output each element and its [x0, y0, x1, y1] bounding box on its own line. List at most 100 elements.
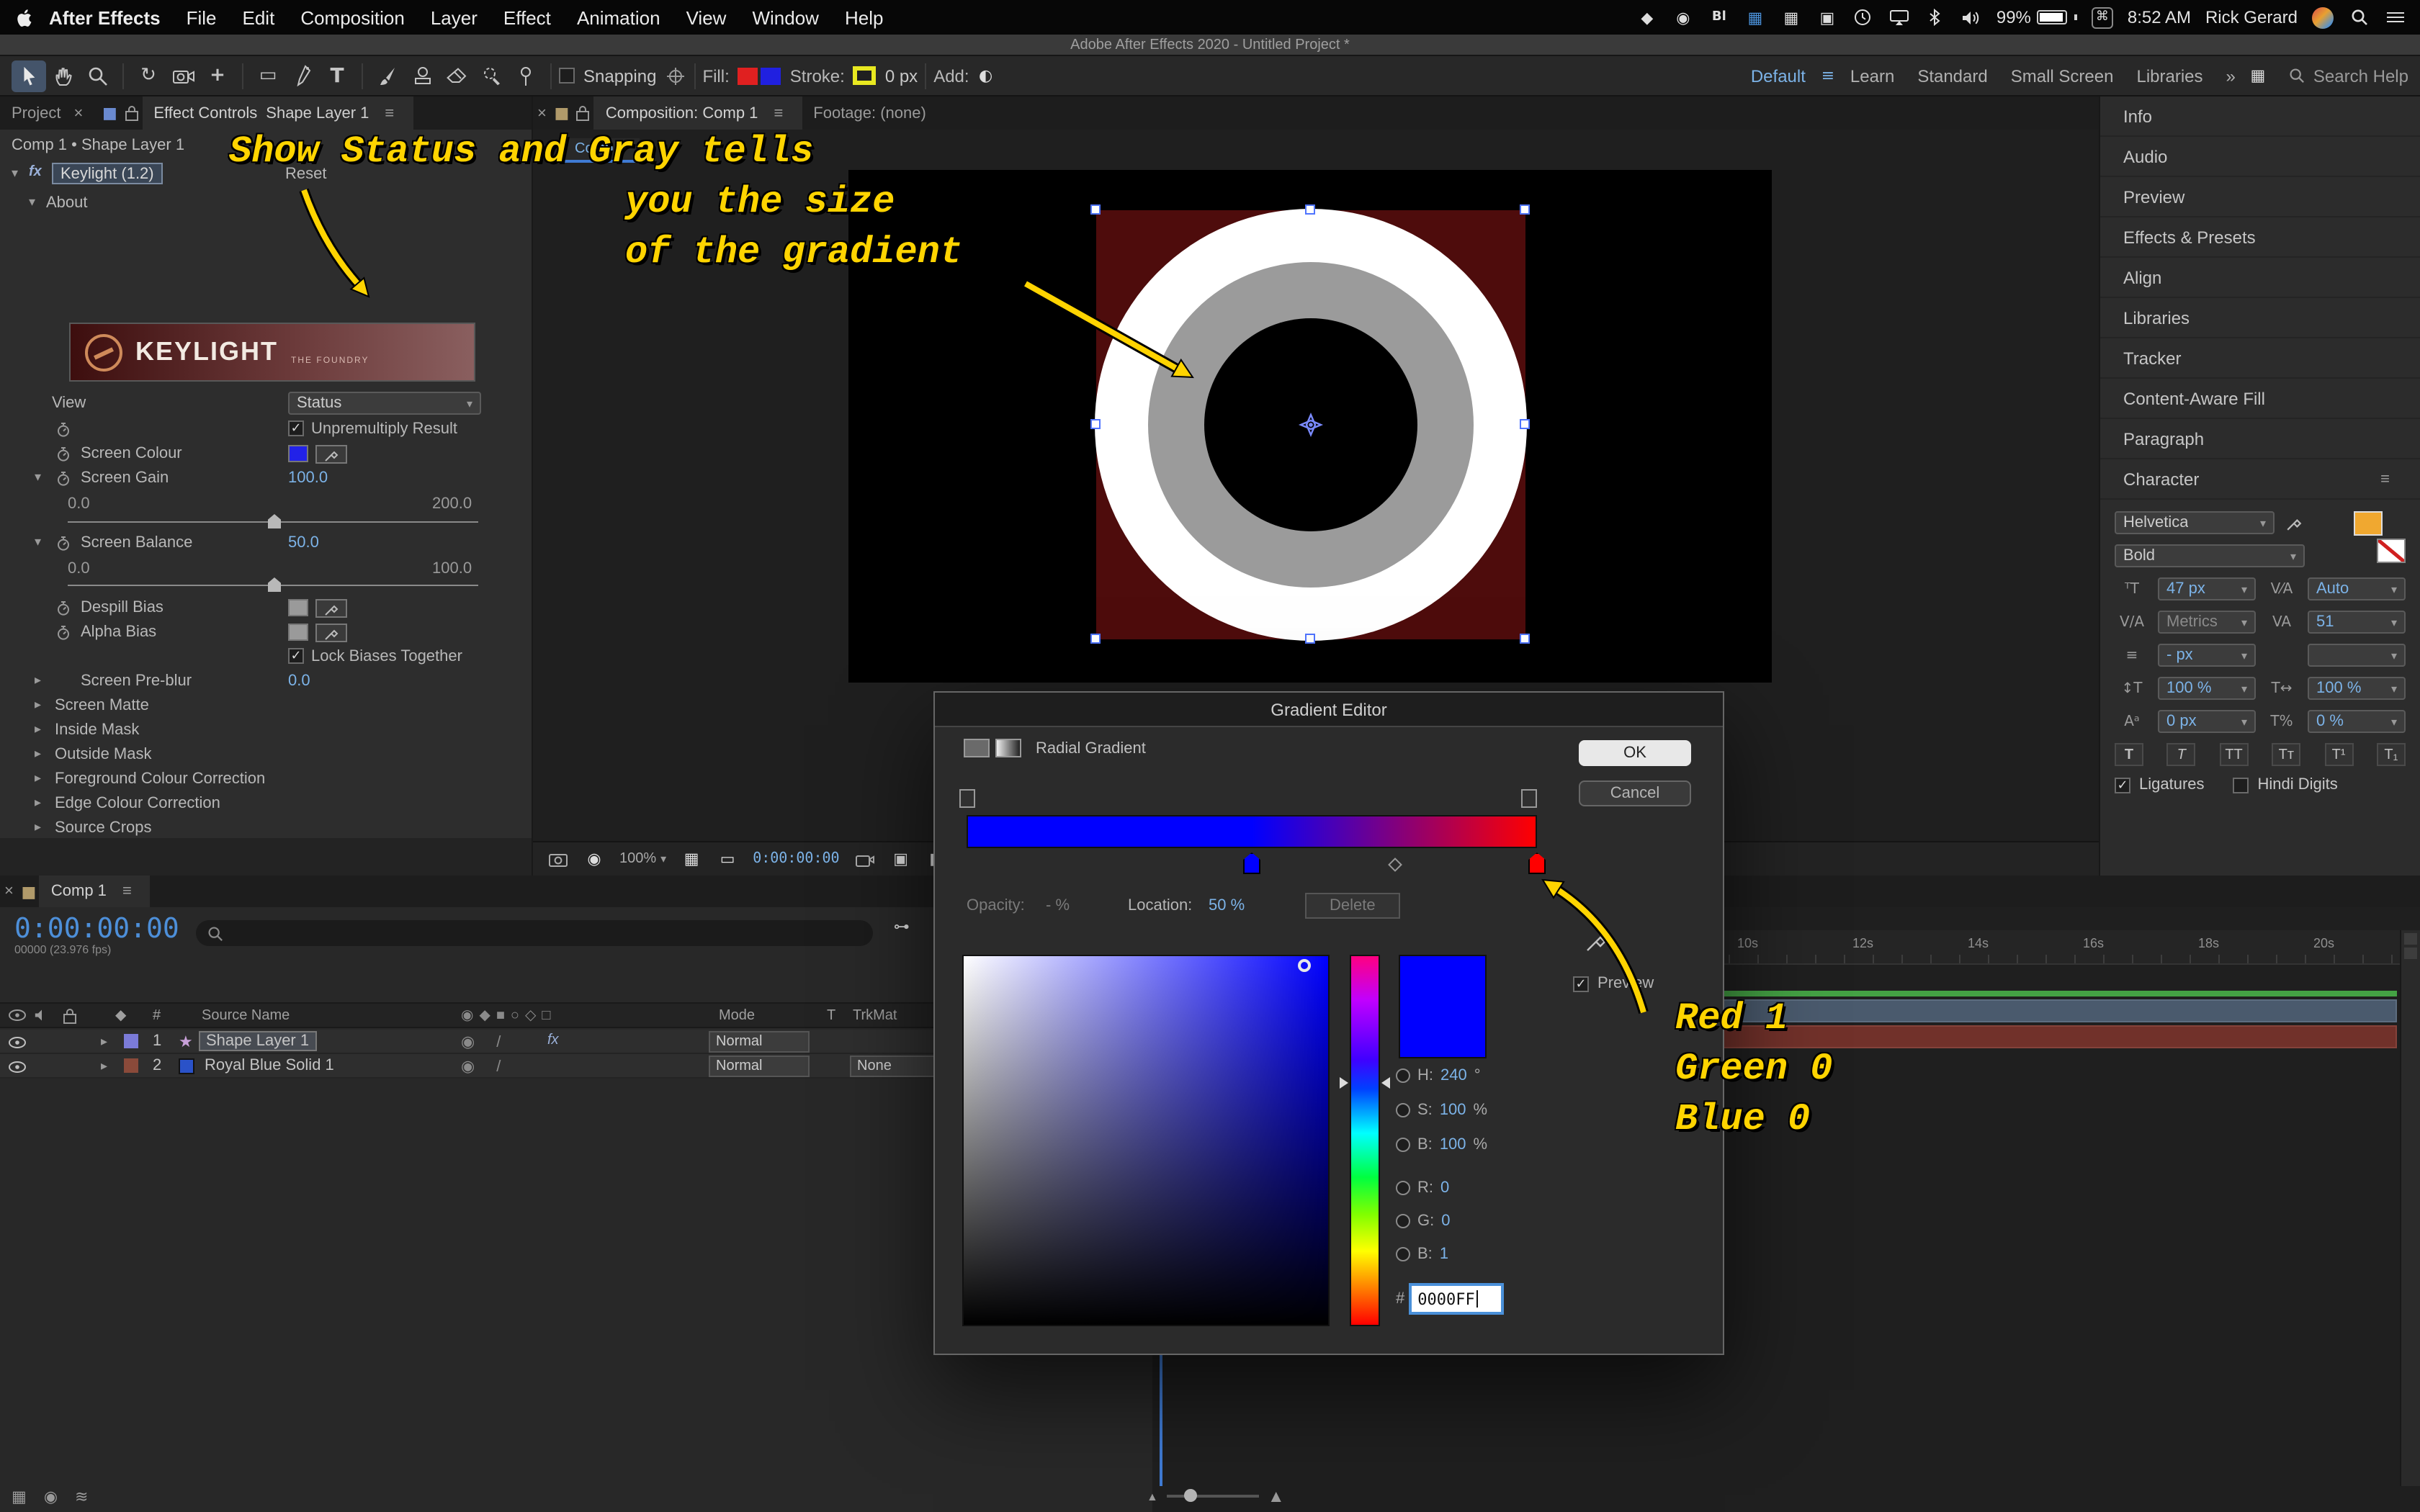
- twirl-closed-icon[interactable]: [101, 1034, 107, 1050]
- close-icon[interactable]: ×: [70, 104, 88, 122]
- workspace-menu-icon[interactable]: ≡: [1817, 65, 1839, 86]
- alpha-eyedropper-icon[interactable]: [315, 624, 347, 642]
- small-caps-button[interactable]: Tᴛ: [2272, 743, 2300, 766]
- twirl-closed-icon[interactable]: [35, 770, 41, 786]
- battery-indicator[interactable]: 99%: [1996, 7, 2077, 27]
- screen-colour-swatch[interactable]: [288, 445, 308, 462]
- workspace-tab-learn[interactable]: Learn: [1839, 66, 1906, 86]
- zoom-tool-icon[interactable]: [81, 60, 115, 91]
- screen-preblur-value[interactable]: 0.0: [288, 672, 310, 690]
- dropbox-icon[interactable]: ◆: [1636, 6, 1658, 28]
- panel-menu-icon[interactable]: ≡: [377, 104, 401, 122]
- panel-item-tracker[interactable]: Tracker: [2100, 338, 2420, 379]
- backblaze-icon[interactable]: Bl: [1708, 6, 1730, 28]
- red-value[interactable]: 0: [1440, 1179, 1449, 1197]
- alpha-bias-swatch[interactable]: [288, 624, 308, 641]
- snap-options-icon[interactable]: [665, 65, 686, 86]
- edge-colour-correction-row[interactable]: Edge Colour Correction: [0, 792, 532, 816]
- stroke-width-value[interactable]: 0 px: [885, 66, 918, 86]
- tracking-dropdown[interactable]: 51: [2308, 611, 2406, 634]
- twirl-closed-icon[interactable]: [35, 672, 41, 688]
- effect-name[interactable]: Keylight (1.2): [52, 163, 163, 184]
- source-crops-row[interactable]: Source Crops: [0, 816, 532, 841]
- twirl-open-icon[interactable]: [35, 469, 41, 485]
- ligatures-checkbox[interactable]: [2115, 777, 2130, 793]
- menu-animation[interactable]: Animation: [564, 6, 673, 28]
- scroll-button[interactable]: [2404, 948, 2417, 959]
- blend-mode-dropdown[interactable]: Normal: [709, 1031, 810, 1053]
- magnification-dropdown[interactable]: 100%▾: [619, 851, 666, 867]
- menu-effect[interactable]: Effect: [490, 6, 564, 28]
- menu-file[interactable]: File: [174, 6, 230, 28]
- metrics-dropdown[interactable]: Metrics: [2158, 611, 2256, 634]
- composition-viewer[interactable]: [848, 170, 1772, 683]
- selection-handle[interactable]: [1305, 634, 1315, 644]
- opacity-value[interactable]: - %: [1046, 897, 1070, 914]
- color-field[interactable]: [962, 955, 1330, 1326]
- red-radio[interactable]: [1396, 1181, 1410, 1195]
- color-stop-blue-selected[interactable]: [1243, 852, 1260, 874]
- leading-dropdown[interactable]: - px: [2158, 644, 2256, 667]
- column-trkmat[interactable]: TrkMat: [853, 1008, 897, 1024]
- opacity-stop-right[interactable]: [1521, 789, 1537, 808]
- eye-icon[interactable]: [9, 1060, 26, 1077]
- selection-handle[interactable]: [1520, 419, 1530, 429]
- layer-name[interactable]: Royal Blue Solid 1: [205, 1057, 334, 1074]
- zoom-out-mountain-icon[interactable]: ▲: [1147, 1490, 1158, 1503]
- faux-bold-button[interactable]: T: [2115, 743, 2143, 766]
- extra-dropdown[interactable]: [2308, 644, 2406, 667]
- app-status-icon-1[interactable]: ▦: [1744, 6, 1766, 28]
- brush-tool-icon[interactable]: [370, 60, 405, 91]
- roto-brush-tool-icon[interactable]: [474, 60, 508, 91]
- twirl-open-icon[interactable]: [35, 534, 41, 550]
- grid-guides-icon[interactable]: ▦: [681, 848, 702, 870]
- eraser-tool-icon[interactable]: [439, 60, 474, 91]
- bluetooth-icon[interactable]: [1924, 6, 1946, 28]
- search-help-field[interactable]: Search Help: [2289, 66, 2408, 86]
- hindi-digits-checkbox[interactable]: [2233, 777, 2249, 793]
- panel-menu-icon[interactable]: ≡: [115, 883, 139, 900]
- slider-handle[interactable]: [268, 577, 281, 592]
- layer-label-color[interactable]: [124, 1058, 138, 1073]
- add-shape-icon[interactable]: ◐: [975, 65, 997, 86]
- stopwatch-icon[interactable]: [52, 468, 73, 490]
- font-size-dropdown[interactable]: 47 px: [2158, 577, 2256, 600]
- zoom-slider-handle[interactable]: [1184, 1489, 1197, 1502]
- preview-checkbox[interactable]: [1573, 976, 1589, 991]
- location-value[interactable]: 50 %: [1209, 897, 1245, 914]
- twirl-closed-icon[interactable]: [35, 721, 41, 737]
- layer-switches[interactable]: ◉ /: [461, 1057, 509, 1076]
- dialog-titlebar[interactable]: Gradient Editor: [935, 693, 1723, 727]
- panel-item-preview[interactable]: Preview: [2100, 177, 2420, 217]
- blend-mode-dropdown[interactable]: Normal: [709, 1056, 810, 1077]
- panel-item-audio[interactable]: Audio: [2100, 137, 2420, 177]
- screen-balance-value[interactable]: 50.0: [288, 534, 319, 552]
- tab-effect-controls[interactable]: Effect Controls Shape Layer 1 ≡: [142, 96, 413, 130]
- exposure-camera-icon[interactable]: [854, 848, 876, 870]
- blue-value[interactable]: 1: [1440, 1246, 1448, 1263]
- hue-slider[interactable]: [1350, 955, 1380, 1326]
- panel-item-libraries[interactable]: Libraries: [2100, 298, 2420, 338]
- user-avatar[interactable]: [2312, 6, 2334, 28]
- panel-item-info[interactable]: Info: [2100, 96, 2420, 137]
- hue-value[interactable]: 240: [1440, 1067, 1467, 1084]
- shape-tool-icon[interactable]: ▭: [251, 60, 285, 91]
- tsume-dropdown[interactable]: 0 %: [2308, 710, 2406, 733]
- selection-handle[interactable]: [1305, 204, 1315, 215]
- menu-window[interactable]: Window: [739, 6, 832, 28]
- fill-swatch[interactable]: [738, 67, 781, 84]
- unpremultiply-checkbox[interactable]: [288, 420, 304, 436]
- screen-colour-eyedropper-icon[interactable]: [315, 445, 347, 464]
- panel-menu-icon[interactable]: ≡: [2373, 470, 2397, 487]
- twirl-open-icon[interactable]: [12, 166, 18, 181]
- menubar-user-name[interactable]: Rick Gerard: [2205, 7, 2298, 27]
- lock-icon[interactable]: [120, 102, 142, 124]
- record-app-icon[interactable]: ◉: [1672, 6, 1694, 28]
- tab-timeline-comp1[interactable]: Comp 1 ≡: [40, 876, 151, 907]
- menu-help[interactable]: Help: [832, 6, 897, 28]
- panel-item-content-aware-fill[interactable]: Content-Aware Fill: [2100, 379, 2420, 419]
- zoom-slider-track[interactable]: [1167, 1495, 1259, 1498]
- screen-balance-slider[interactable]: [0, 577, 532, 595]
- menu-edit[interactable]: Edit: [230, 6, 288, 28]
- selection-handle[interactable]: [1520, 204, 1530, 215]
